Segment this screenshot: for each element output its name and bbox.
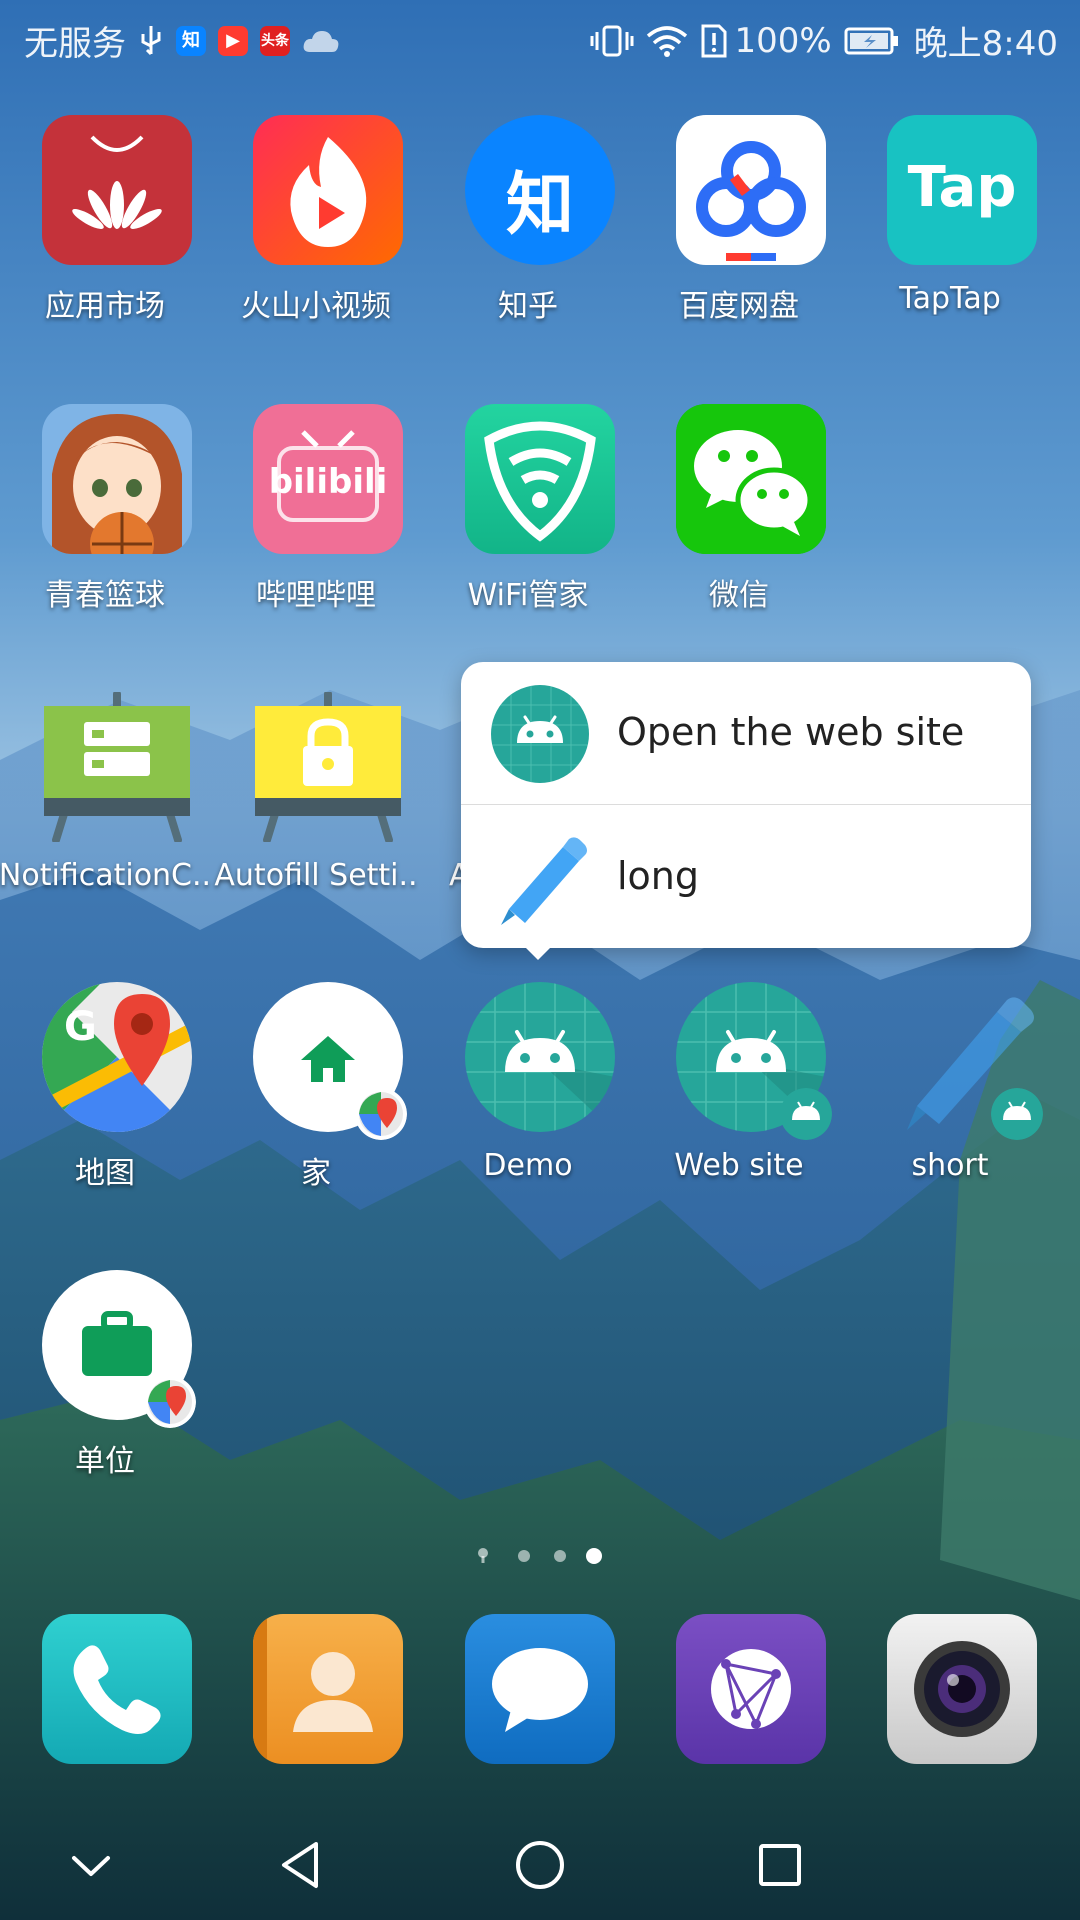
nav-back-icon[interactable]	[266, 1830, 336, 1900]
usb-icon	[141, 25, 161, 55]
svg-text:G: G	[64, 1004, 97, 1050]
app-qingchun[interactable]: 青春篮球	[0, 404, 210, 624]
android-badge-icon	[991, 1088, 1043, 1140]
app-label: Autofill Setti..	[214, 858, 418, 893]
dock-messages[interactable]	[423, 1614, 633, 1764]
app-autofill-settings[interactable]: Autofill Setti..	[211, 690, 421, 912]
toutiao-notif-icon: 头条	[260, 25, 290, 56]
dock-phone[interactable]	[0, 1614, 210, 1764]
status-bar: 无服务 知 ▶ 头条 100% 晚上8:40	[0, 0, 1080, 76]
vibrate-icon	[590, 25, 634, 56]
shortcut-long[interactable]: long	[461, 806, 1031, 948]
app-label: WiFi管家	[467, 578, 589, 613]
app-market-icon	[42, 115, 192, 265]
taptap-icon: Tap	[887, 115, 1037, 265]
home-page-dot-icon	[478, 1548, 488, 1563]
bilibili-icon: bilibili	[253, 404, 403, 554]
app-label: 应用市场	[45, 289, 165, 324]
baidu-pan-icon	[676, 115, 826, 265]
nav-down-icon[interactable]	[56, 1830, 126, 1900]
popup-arrow	[524, 946, 552, 960]
wechat-icon	[676, 404, 826, 554]
app-label: 单位	[75, 1444, 135, 1479]
app-label: 家	[301, 1156, 331, 1191]
contacts-icon	[253, 1614, 403, 1764]
browser-icon	[676, 1614, 826, 1764]
app-demo[interactable]: Demo	[423, 982, 633, 1202]
app-notification-c[interactable]: NotificationC..	[0, 690, 211, 912]
phone-icon	[42, 1614, 192, 1764]
app-web-site[interactable]: Web site	[634, 982, 844, 1202]
bilibili-icon-text: bilibili	[268, 462, 388, 502]
app-label: 地图	[75, 1156, 135, 1191]
shortcut-open-web-site[interactable]: Open the web site	[461, 662, 1031, 804]
app-label: TapTap	[899, 281, 1001, 316]
autofill-settings-icon	[253, 690, 403, 844]
app-maps[interactable]: G 地图	[0, 982, 210, 1202]
messages-icon	[465, 1614, 615, 1764]
zhihu-icon-text: 知	[505, 166, 574, 245]
huoshan-icon	[253, 115, 403, 265]
maps-icon: G	[42, 982, 192, 1132]
app-wifi-guanjia[interactable]: WiFi管家	[423, 404, 633, 624]
app-label: 知乎	[498, 289, 558, 324]
popup-divider	[461, 804, 1031, 805]
page-dot-active[interactable]	[586, 1548, 602, 1564]
app-taptap[interactable]: Tap TapTap	[845, 115, 1055, 335]
android-icon	[465, 982, 615, 1132]
qingchun-icon	[42, 404, 192, 554]
app-market[interactable]: 应用市场	[0, 115, 210, 335]
zhihu-icon: 知	[465, 115, 615, 265]
cloud-icon	[303, 30, 339, 52]
android-badge-icon	[780, 1088, 832, 1140]
pencil-icon	[491, 829, 589, 927]
battery-percent: 100%	[734, 20, 832, 61]
navigation-bar	[0, 1800, 1080, 1920]
camera-icon	[887, 1614, 1037, 1764]
wifi-icon	[647, 25, 688, 57]
app-label: Demo	[483, 1148, 573, 1183]
app-label: 青春篮球	[45, 578, 165, 613]
app-short[interactable]: short	[845, 982, 1055, 1202]
app-home[interactable]: 家	[211, 982, 421, 1202]
zhihu-notif-icon: 知	[176, 25, 206, 56]
app-label: 百度网盘	[679, 289, 799, 324]
dock-contacts[interactable]	[211, 1614, 421, 1764]
app-wechat[interactable]: 微信	[634, 404, 844, 624]
nav-home-icon[interactable]	[505, 1830, 575, 1900]
battery-icon	[844, 27, 898, 54]
nav-recents-icon[interactable]	[745, 1830, 815, 1900]
maps-badge-icon	[144, 1376, 196, 1428]
sim-alert-icon	[701, 24, 727, 57]
app-zhihu[interactable]: 知 知乎	[423, 115, 633, 335]
page-dot[interactable]	[518, 1550, 530, 1562]
app-bilibili[interactable]: bilibili 哔哩哔哩	[211, 404, 421, 624]
app-label: 火山小视频	[241, 289, 391, 324]
app-label: 微信	[709, 578, 769, 613]
taptap-icon-text: Tap	[907, 155, 1017, 220]
dock-browser[interactable]	[634, 1614, 844, 1764]
dock-camera[interactable]	[845, 1614, 1055, 1764]
app-huoshan[interactable]: 火山小视频	[211, 115, 421, 335]
app-label: short	[911, 1148, 989, 1183]
notification-c-icon	[42, 690, 192, 844]
page-dot[interactable]	[554, 1550, 566, 1562]
clock: 晚上8:40	[913, 24, 1058, 64]
app-label: 哔哩哔哩	[256, 578, 376, 613]
shortcut-label: long	[617, 854, 700, 898]
huoshan-notif-icon: ▶	[218, 25, 248, 56]
maps-badge-icon	[355, 1088, 407, 1140]
android-icon	[491, 685, 589, 783]
app-label: NotificationC..	[0, 858, 212, 893]
app-baidu-pan[interactable]: 百度网盘	[634, 115, 844, 335]
shortcut-popup-menu: Open the web site long	[461, 662, 1031, 948]
app-work[interactable]: 单位	[0, 1270, 210, 1490]
shortcut-label: Open the web site	[617, 710, 965, 754]
carrier-text: 无服务	[24, 24, 126, 64]
app-label: Web site	[674, 1148, 804, 1183]
wifi-guanjia-icon	[465, 404, 615, 554]
